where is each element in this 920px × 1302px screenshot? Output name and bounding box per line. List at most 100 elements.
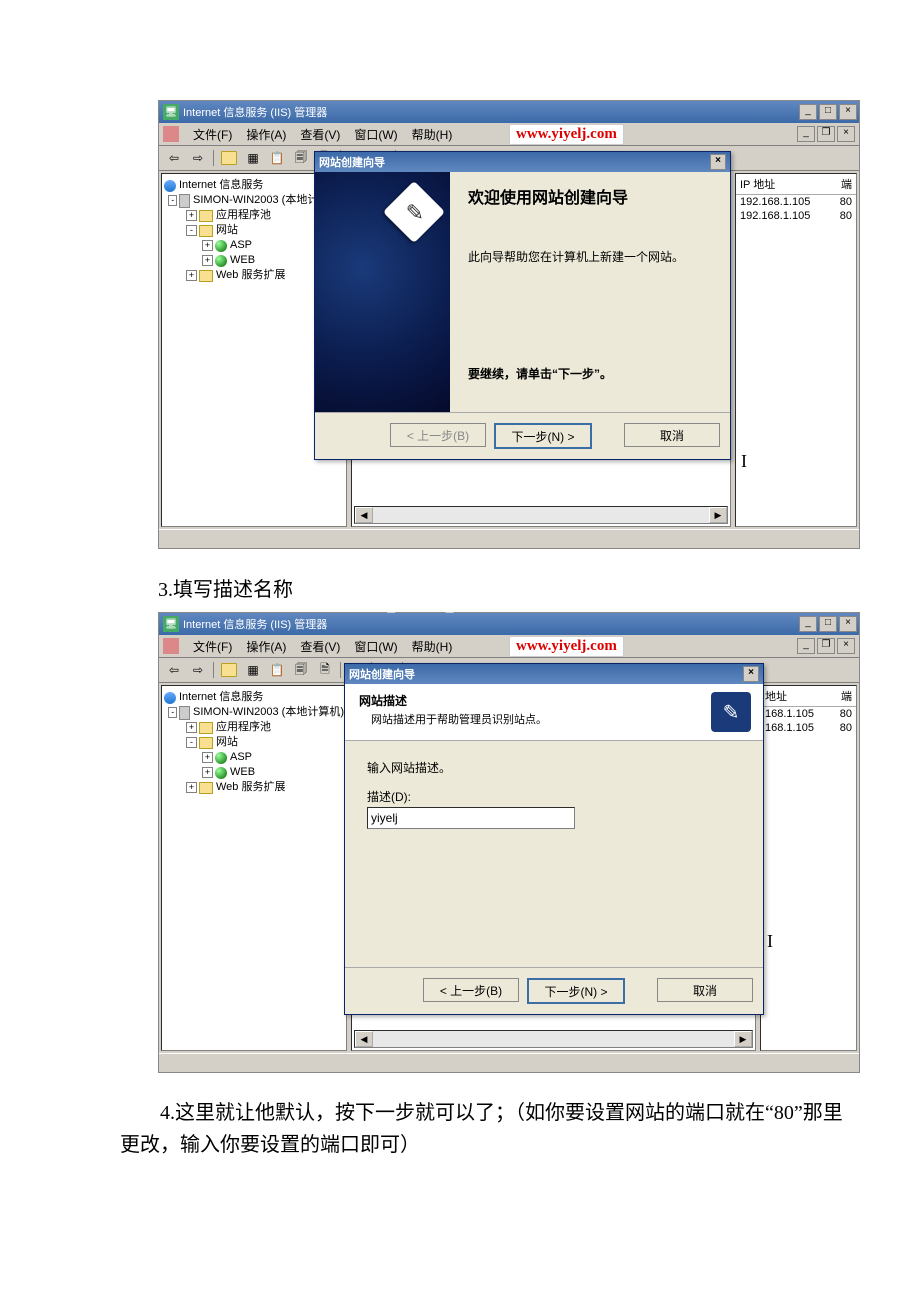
tree-computer[interactable]: SIMON-WIN2003 (本地计算机) xyxy=(193,705,344,720)
tree-apppool[interactable]: 应用程序池 xyxy=(216,720,271,735)
collapse-icon[interactable]: - xyxy=(186,737,197,748)
wizard-titlebar: 网站创建向导 × xyxy=(315,152,730,172)
mdi-restore-button[interactable]: ❐ xyxy=(817,638,835,654)
scroll-right-button[interactable]: ▶ xyxy=(709,507,727,523)
mdi-minimize-button[interactable]: _ xyxy=(797,638,815,654)
collapse-icon[interactable]: - xyxy=(186,225,197,236)
expand-icon[interactable]: + xyxy=(186,210,197,221)
status-bar xyxy=(159,529,859,548)
menu-view[interactable]: 查看(V) xyxy=(294,636,346,657)
tree-sites[interactable]: 网站 xyxy=(216,223,238,238)
menu-help[interactable]: 帮助(H) xyxy=(406,636,459,657)
tree-asp[interactable]: ASP xyxy=(230,750,252,765)
list-item[interactable]: 192.168.1.10580 xyxy=(736,195,856,209)
expand-icon[interactable]: + xyxy=(202,752,213,763)
minimize-button[interactable]: _ xyxy=(799,104,817,120)
tree-pane[interactable]: Internet 信息服务 - SIMON-WIN2003 (本地计算机) + 应用… xyxy=(161,685,347,1051)
mdi-minimize-button[interactable]: _ xyxy=(797,126,815,142)
menu-window[interactable]: 窗口(W) xyxy=(348,124,403,145)
tree-root[interactable]: Internet 信息服务 xyxy=(179,178,263,193)
menu-file[interactable]: 文件(F) xyxy=(187,636,238,657)
folder-icon xyxy=(199,225,213,237)
expand-icon[interactable]: + xyxy=(186,722,197,733)
tree-web[interactable]: WEB xyxy=(230,253,255,268)
back-button[interactable]: < 上一步(B) xyxy=(423,978,519,1002)
menu-view[interactable]: 查看(V) xyxy=(294,124,346,145)
ip-list-pane: IP 地址端 192.168.1.10580 192.168.1.10580 xyxy=(735,173,857,527)
tree-asp[interactable]: ASP xyxy=(230,238,252,253)
mdi-close-button[interactable]: × xyxy=(837,638,855,654)
wizard-title-text: 网站创建向导 xyxy=(319,154,385,170)
scroll-left-button[interactable]: ◀ xyxy=(355,1031,373,1047)
wizard-header-icon: ✎ xyxy=(711,692,751,732)
description-input[interactable] xyxy=(367,807,575,829)
collapse-icon[interactable]: - xyxy=(168,707,177,718)
menu-file[interactable]: 文件(F) xyxy=(187,124,238,145)
site-icon xyxy=(215,767,227,779)
maximize-button[interactable]: □ xyxy=(819,616,837,632)
close-button[interactable]: × xyxy=(839,616,857,632)
window-titlebar: 🖥 Internet 信息服务 (IIS) 管理器 _ □ × xyxy=(159,101,859,123)
wizard-close-button[interactable]: × xyxy=(743,666,759,682)
list-item[interactable]: 168.1.10580 xyxy=(761,721,856,735)
expand-icon[interactable]: + xyxy=(202,767,213,778)
maximize-button[interactable]: □ xyxy=(819,104,837,120)
expand-icon[interactable]: + xyxy=(186,782,197,793)
step-4-caption: 4.这里就让他默认，按下一步就可以了；（如你要设置网站的端口就在“80”那里更改… xyxy=(120,1097,860,1161)
mdi-icon xyxy=(163,638,179,654)
wizard-hint: 要继续，请单击“下一步”。 xyxy=(468,365,712,382)
globe-icon xyxy=(164,180,176,192)
computer-icon xyxy=(179,706,190,720)
tree-sites[interactable]: 网站 xyxy=(216,735,238,750)
cancel-button[interactable]: 取消 xyxy=(657,978,753,1002)
toolbar-button[interactable]: ▦ xyxy=(242,147,264,169)
scroll-left-button[interactable]: ◀ xyxy=(355,507,373,523)
tree-ext[interactable]: Web 服务扩展 xyxy=(216,268,285,283)
toolbar-button[interactable]: 🗐 xyxy=(290,659,312,681)
scroll-right-button[interactable]: ▶ xyxy=(734,1031,752,1047)
folder-icon xyxy=(199,737,213,749)
nav-back-button[interactable]: ⇦ xyxy=(163,659,185,681)
port-header: 端 xyxy=(841,688,852,704)
text-cursor-icon: I xyxy=(767,931,773,952)
minimize-button[interactable]: _ xyxy=(799,616,817,632)
menu-action[interactable]: 操作(A) xyxy=(240,124,292,145)
wizard-dialog: 网站创建向导 × 网站描述 网站描述用于帮助管理员识别站点。 ✎ 输入网站描述。… xyxy=(344,663,764,1015)
screenshot-1: 🖥 Internet 信息服务 (IIS) 管理器 _ □ × 文件(F) 操作… xyxy=(158,100,860,549)
expand-icon[interactable]: + xyxy=(202,255,213,266)
tree-apppool[interactable]: 应用程序池 xyxy=(216,208,271,223)
tree-root[interactable]: Internet 信息服务 xyxy=(179,690,263,705)
toolbar-button[interactable]: 📋 xyxy=(266,147,288,169)
horizontal-scrollbar[interactable]: ◀ ▶ xyxy=(354,1030,753,1048)
next-button[interactable]: 下一步(N) > xyxy=(494,423,592,449)
collapse-icon[interactable]: - xyxy=(168,195,177,206)
nav-forward-button[interactable]: ⇨ xyxy=(187,147,209,169)
text-cursor-icon: I xyxy=(741,451,747,472)
next-button[interactable]: 下一步(N) > xyxy=(527,978,625,1004)
list-item[interactable]: 168.1.10580 xyxy=(761,707,856,721)
menu-help[interactable]: 帮助(H) xyxy=(406,124,459,145)
cancel-button[interactable]: 取消 xyxy=(624,423,720,447)
toolbar-button[interactable] xyxy=(218,659,240,681)
list-item[interactable]: 192.168.1.10580 xyxy=(736,209,856,223)
horizontal-scrollbar[interactable]: ◀ ▶ xyxy=(354,506,728,524)
nav-forward-button[interactable]: ⇨ xyxy=(187,659,209,681)
expand-icon[interactable]: + xyxy=(202,240,213,251)
tree-web[interactable]: WEB xyxy=(230,765,255,780)
nav-back-button[interactable]: ⇦ xyxy=(163,147,185,169)
toolbar-button[interactable]: 📋 xyxy=(266,659,288,681)
tree-ext[interactable]: Web 服务扩展 xyxy=(216,780,285,795)
toolbar-button[interactable]: 🗎 xyxy=(314,659,336,681)
toolbar-button[interactable] xyxy=(218,147,240,169)
menu-action[interactable]: 操作(A) xyxy=(240,636,292,657)
expand-icon[interactable]: + xyxy=(186,270,197,281)
toolbar-button[interactable]: 🗐 xyxy=(290,147,312,169)
mdi-close-button[interactable]: × xyxy=(837,126,855,142)
ip-header: 地址 xyxy=(765,688,787,704)
app-icon: 🖥 xyxy=(163,104,179,120)
toolbar-button[interactable]: ▦ xyxy=(242,659,264,681)
mdi-restore-button[interactable]: ❐ xyxy=(817,126,835,142)
close-button[interactable]: × xyxy=(839,104,857,120)
menu-window[interactable]: 窗口(W) xyxy=(348,636,403,657)
wizard-close-button[interactable]: × xyxy=(710,154,726,170)
